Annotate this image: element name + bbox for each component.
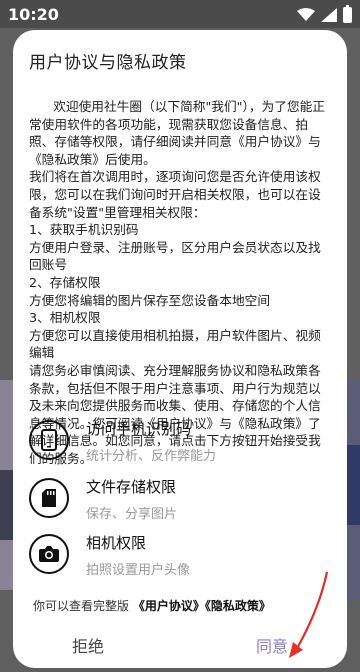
permission-title: 访问手机识别码: [86, 420, 192, 438]
permission-desc: 统计分析、反作弊能力: [86, 449, 217, 464]
permission-item-phone: 访问手机识别码 统计分析、反作弊能力: [29, 418, 329, 466]
permission-desc: 拍照设置用户头像: [86, 563, 191, 578]
status-time: 10:20: [8, 5, 59, 24]
footer-note: 你可以查看完整版 《用户协议》《隐私政策》: [33, 597, 271, 614]
status-bar: 10:20: [0, 0, 360, 28]
phone-icon: [29, 420, 69, 460]
dialog-body-text: 欢迎使用社牛圈（以下简称"我们"），为了您能正常使用软件的各项功能，现需获取您设…: [29, 99, 325, 466]
wifi-icon: [297, 8, 315, 21]
camera-icon: [29, 534, 69, 574]
permission-title: 相机权限: [86, 534, 147, 552]
battery-icon: [343, 5, 352, 23]
permission-item-storage: 文件存储权限 保存、分享图片: [29, 476, 329, 524]
footer-prefix: 你可以查看完整版: [33, 599, 130, 613]
permission-desc: 保存、分享图片: [86, 507, 178, 522]
sd-card-icon: [29, 478, 69, 518]
privacy-dialog: 用户协议与隐私政策 欢迎使用社牛圈（以下简称"我们"），为了您能正常使用软件的各…: [13, 30, 347, 668]
privacy-policy-link[interactable]: 《隐私政策》: [205, 599, 271, 613]
dialog-title: 用户协议与隐私政策: [29, 53, 187, 73]
reject-button[interactable]: 拒绝: [13, 630, 163, 664]
status-icons: [297, 5, 352, 23]
agree-button[interactable]: 同意: [197, 630, 347, 664]
permission-title: 文件存储权限: [86, 478, 177, 496]
signal-icon: [321, 8, 337, 22]
user-agreement-link[interactable]: 《用户协议》: [133, 599, 205, 613]
